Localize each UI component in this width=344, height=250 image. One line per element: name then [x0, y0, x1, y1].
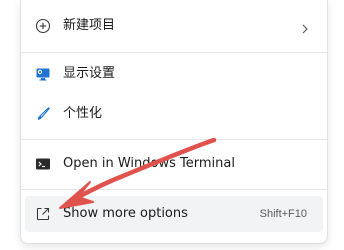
menu-item-display-settings[interactable]: 显示设置: [25, 56, 323, 92]
menu-item-show-more-options[interactable]: Show more options Shift+F10: [25, 196, 323, 232]
shortcut-hint: Shift+F10: [259, 208, 307, 220]
menu-item-label: Open in Windows Terminal: [63, 156, 235, 171]
plus-circle-icon: [35, 18, 51, 34]
display-settings-icon: [35, 66, 51, 82]
expand-icon: [35, 206, 51, 222]
menu-separator: [21, 52, 327, 53]
brush-icon: [35, 106, 51, 122]
menu-separator: [21, 139, 327, 140]
chevron-right-icon: [299, 20, 311, 34]
menu-item-new[interactable]: 新建项目: [25, 8, 323, 44]
menu-item-label: 个性化: [63, 106, 103, 121]
menu-separator: [21, 189, 327, 190]
menu-item-label: Show more options: [63, 206, 188, 221]
context-menu: 新建项目 显示设置 个性化 Open in Windows Terminal S…: [20, 0, 328, 244]
menu-item-label: 新建项目: [63, 18, 116, 33]
terminal-icon: [35, 156, 51, 172]
menu-item-open-terminal[interactable]: Open in Windows Terminal: [25, 146, 323, 182]
menu-item-label: 显示设置: [63, 66, 116, 81]
menu-item-personalize[interactable]: 个性化: [25, 96, 323, 132]
